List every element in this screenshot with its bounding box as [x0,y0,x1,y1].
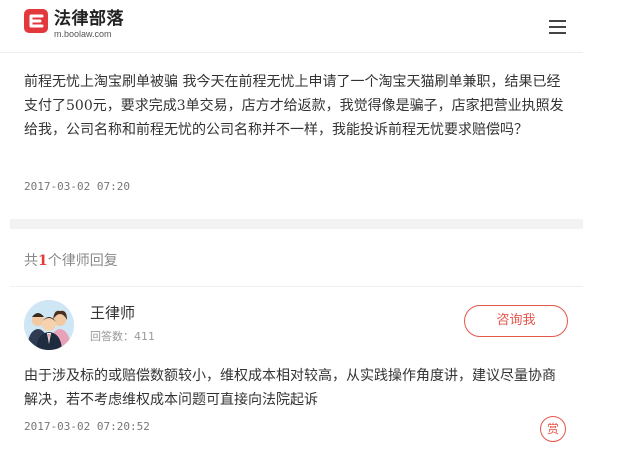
logo-url: m.boolaw.com [54,29,112,39]
header-bar: 法律部落 m.boolaw.com [0,0,583,53]
question-time: 2017-03-02 07:20 [24,180,130,193]
lawyer-answer-count: 回答数：411 [90,330,155,343]
lawyer-avatar[interactable] [24,300,74,350]
answer-time: 2017-03-02 07:20:52 [24,420,150,433]
site-logo[interactable]: 法律部落 m.boolaw.com [24,9,124,39]
reply-count-number: 1 [38,253,48,269]
count-divider [10,286,583,287]
menu-icon[interactable] [549,20,566,34]
answer-text: 由于涉及标的或赔偿数额较小，维权成本相对较高，从实践操作角度讲，建议尽量协商解决… [24,368,556,408]
reward-button[interactable]: 赏 [540,416,566,442]
question-text: 前程无忧上淘宝刷单被骗 我今天在前程无忧上申请了一个淘宝天猫刷单兼职，结果已经支… [24,74,564,138]
reply-count: 共1个律师回复 [24,250,118,270]
logo-icon [24,9,48,33]
consult-button[interactable]: 咨询我 [464,305,568,337]
page: 法律部落 m.boolaw.com 前程无忧上淘宝刷单被骗 我今天在前程无忧上申… [0,0,583,463]
right-gutter [583,0,623,463]
lawyer-name[interactable]: 王律师 [90,302,135,323]
reply-count-suffix: 个律师回复 [47,253,118,269]
section-divider [10,219,583,229]
logo-title: 法律部落 [54,9,124,29]
reply-count-prefix: 共 [24,253,38,269]
